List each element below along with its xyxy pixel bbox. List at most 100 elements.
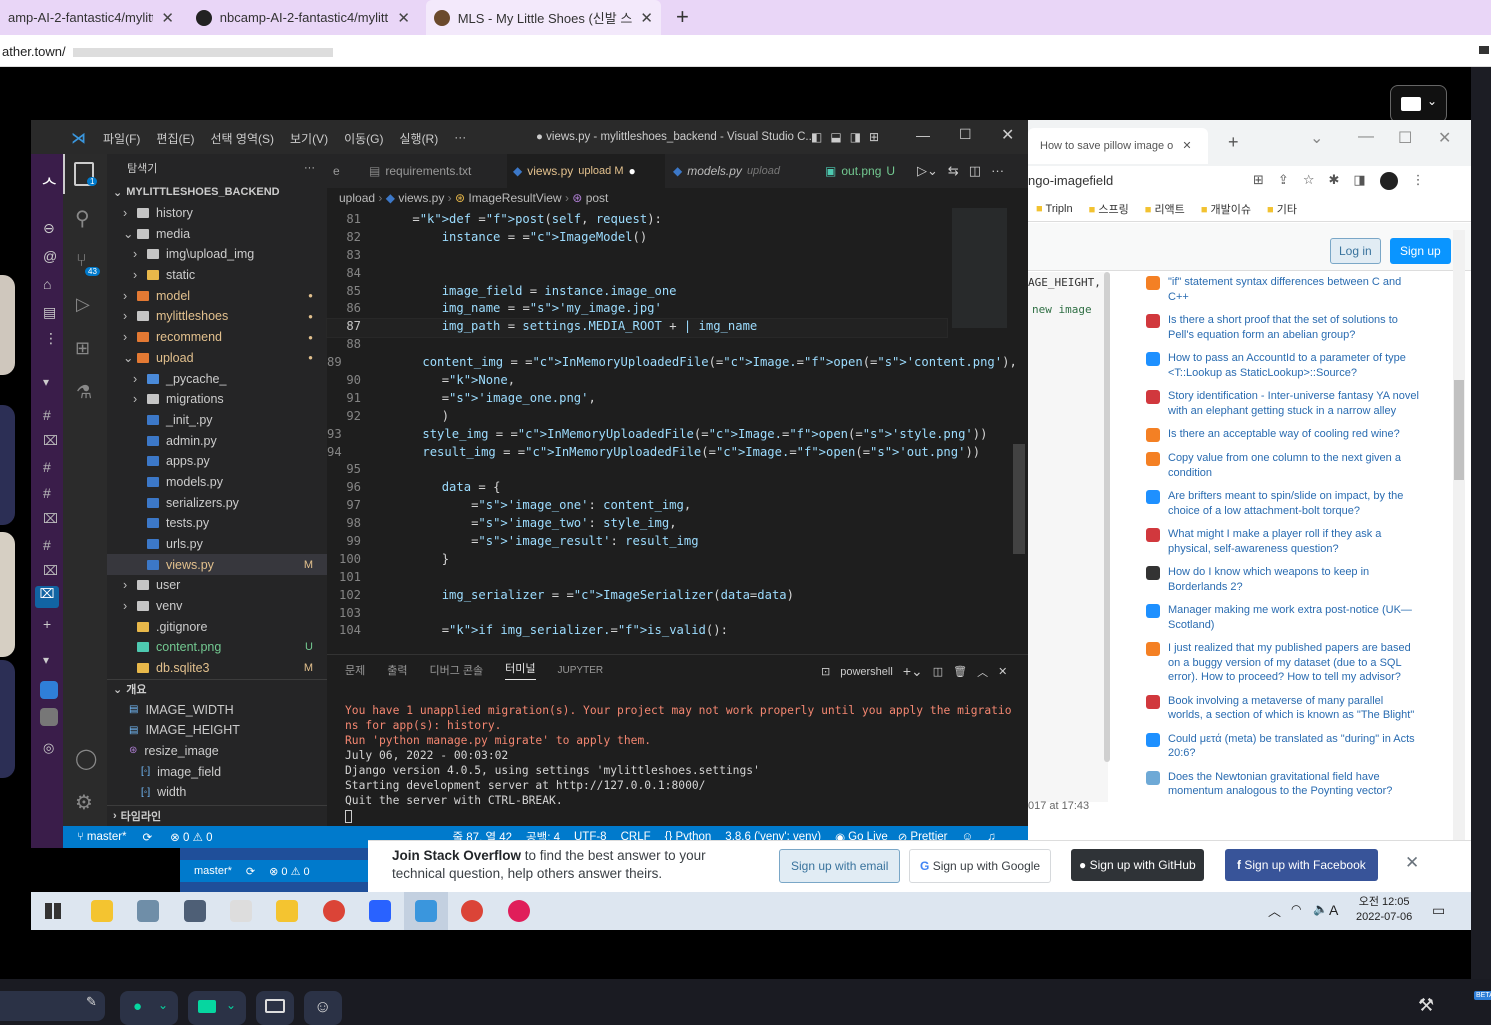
maximize-button[interactable]: ☐ — [959, 126, 972, 143]
channel-hash-icon[interactable]: # — [43, 459, 51, 475]
bookmark-item[interactable]: ■ 스프링 — [1089, 201, 1129, 217]
tree-item[interactable]: › recommend ● — [107, 327, 327, 348]
menu-selection[interactable]: 선택 영역(S) — [210, 130, 274, 147]
tree-item[interactable]: › mylittleshoes ● — [107, 306, 327, 327]
editor-tab[interactable]: ▣ out.png U — [819, 154, 905, 188]
chevron-down-icon[interactable]: ⌄ — [158, 998, 168, 1012]
outer-tab-3[interactable]: MLS - My Little Shoes (신발 스트 ✕ — [426, 0, 661, 35]
tree-item[interactable]: models.py — [107, 472, 327, 493]
split-editor-icon[interactable]: ◫ — [969, 163, 981, 179]
emoji-button[interactable]: ☺ — [304, 991, 342, 1025]
broadcast-icon[interactable]: ◎ — [43, 740, 54, 756]
signup-email-button[interactable]: Sign up with email — [779, 849, 901, 883]
signup-facebook-button[interactable]: f Sign up with Facebook — [1225, 849, 1378, 881]
chat-icon[interactable]: ⊖ — [43, 220, 55, 237]
folder-icon[interactable] — [276, 900, 299, 922]
tree-item[interactable]: › migrations — [107, 389, 327, 410]
extension-icon[interactable] — [1479, 46, 1489, 54]
mic-toggle[interactable]: ● ⌄ — [120, 991, 178, 1025]
lock-icon[interactable]: ⌧ — [43, 433, 58, 449]
outline-header[interactable]: ⌄ 개요 — [107, 678, 327, 700]
close-panel-icon[interactable]: ✕ — [998, 665, 1007, 678]
kebab-menu-icon[interactable]: ⋮ — [1412, 172, 1425, 190]
chevron-down-icon[interactable]: ⌄ — [226, 998, 236, 1012]
network-icon[interactable]: ◠ — [1291, 902, 1301, 916]
sync-icon[interactable]: ⟳ — [246, 865, 255, 878]
new-tab-button[interactable]: + — [676, 4, 689, 30]
dm-collapse-icon[interactable]: ▾ — [43, 653, 49, 667]
star-icon[interactable]: ☆ — [1303, 172, 1315, 190]
app-icon[interactable] — [40, 708, 58, 726]
pencil-icon[interactable]: ✎ — [86, 994, 97, 1010]
bookmark-icon[interactable]: ⌂ — [43, 276, 51, 292]
tree-item[interactable]: › history — [107, 203, 327, 224]
lock-icon[interactable]: ⌧ — [43, 511, 58, 527]
problems-label[interactable]: ⊗ 0 ⚠ 0 — [170, 830, 212, 844]
close-icon[interactable]: ✕ — [397, 9, 410, 27]
channel-collapse-icon[interactable]: ▾ — [43, 375, 49, 389]
signup-button[interactable]: Sign up — [1390, 238, 1451, 264]
calculator-icon[interactable] — [183, 900, 206, 922]
tab-terminal[interactable]: 터미널 — [505, 660, 536, 680]
branch-label[interactable]: master* — [87, 831, 127, 843]
tree-item[interactable]: db.sqlite3 M — [107, 658, 327, 679]
tree-item[interactable]: ⌄ upload ● — [107, 348, 327, 369]
outline-item[interactable]: [◦] width — [107, 782, 327, 803]
breadcrumb-item[interactable]: views.py — [398, 191, 444, 205]
menu-view[interactable]: 보기(V) — [290, 130, 328, 147]
hot-question-link[interactable]: Copy value from one column to the next g… — [1146, 451, 1421, 480]
maximize-panel-icon[interactable]: ︿ — [977, 664, 988, 680]
minimap[interactable] — [952, 208, 1007, 328]
tree-item[interactable]: .gitignore — [107, 616, 327, 637]
more-actions-icon[interactable]: ··· — [991, 163, 1004, 179]
problems-label[interactable]: ⊗ 0 ⚠ 0 — [269, 865, 309, 878]
avatar[interactable] — [0, 532, 15, 657]
slack-icon[interactable] — [507, 900, 530, 922]
tree-item[interactable]: admin.py — [107, 430, 327, 451]
editor-tab[interactable]: ▤ requirements.txt — [363, 154, 507, 188]
notification-icon[interactable]: ▭ — [1432, 902, 1445, 919]
chrome-icon[interactable] — [461, 900, 484, 922]
outline-item[interactable]: ▤ IMAGE_HEIGHT — [107, 720, 327, 741]
extensions-icon[interactable]: ⊞ — [75, 338, 90, 359]
split-terminal-icon[interactable]: ◫ — [933, 665, 943, 678]
avatar[interactable] — [0, 660, 15, 778]
tab-jupyter[interactable]: JUPYTER — [558, 665, 604, 676]
channel-hash-icon[interactable]: # — [43, 537, 51, 553]
vscode-icon[interactable] — [415, 900, 438, 922]
address-bar[interactable]: ngo-imagefield ⊞ ⇪ ☆ ✱ ◨ ⋮ — [1028, 166, 1471, 196]
workspace-icon[interactable]: ᄉ — [41, 172, 58, 198]
share-icon[interactable]: ⇪ — [1278, 172, 1289, 190]
mention-icon[interactable]: @ — [43, 248, 57, 264]
app-icon[interactable] — [40, 681, 58, 699]
unsaved-dot-icon[interactable]: ● — [629, 164, 636, 178]
close-banner-icon[interactable]: ✕ — [1405, 853, 1419, 873]
menu-edit[interactable]: 편집(E) — [156, 130, 194, 147]
new-tab-button[interactable]: + — [1228, 132, 1239, 153]
camera-toggle[interactable]: ⌄ — [188, 991, 246, 1025]
breadcrumb-item[interactable]: ImageResultView — [468, 191, 561, 205]
login-button[interactable]: Log in — [1330, 238, 1381, 264]
account-icon[interactable]: ◯ — [75, 746, 97, 771]
hot-question-link[interactable]: Are brifters meant to spin/slide on impa… — [1146, 489, 1421, 518]
compare-icon[interactable]: ⇆ — [948, 163, 959, 179]
editor-tab-active[interactable]: ◆ views.py upload M ● — [507, 154, 665, 188]
minimize-button[interactable]: — — [916, 127, 930, 143]
editor-tab[interactable]: ◆ models.py upload — [667, 154, 817, 188]
outer-url-bar[interactable]: ather.town/ — [0, 35, 1491, 67]
browser-tab[interactable]: How to save pillow image o ✕ — [1028, 128, 1208, 164]
hot-question-link[interactable]: Manager making me work extra post-notice… — [1146, 603, 1421, 632]
close-window-button[interactable]: ✕ — [1001, 125, 1014, 145]
translate-icon[interactable]: ⊞ — [1253, 172, 1264, 190]
close-icon[interactable]: ✕ — [1182, 140, 1191, 152]
testing-icon[interactable]: ⚗ — [76, 382, 92, 403]
hot-question-link[interactable]: "if" statement syntax differences betwee… — [1146, 275, 1421, 304]
tree-item[interactable]: › img\upload_img — [107, 244, 327, 265]
tree-item[interactable]: › _pycache_ — [107, 368, 327, 389]
bookmark-item[interactable]: ■ 기타 — [1267, 201, 1297, 217]
trash-icon[interactable]: 🗑 — [953, 665, 967, 678]
outline-item[interactable]: ⊛ resize_image — [107, 741, 327, 762]
files-icon[interactable]: ▤ — [43, 304, 56, 321]
page-scrollbar[interactable] — [1453, 230, 1465, 895]
volume-icon[interactable]: 🔈 — [1313, 902, 1328, 916]
